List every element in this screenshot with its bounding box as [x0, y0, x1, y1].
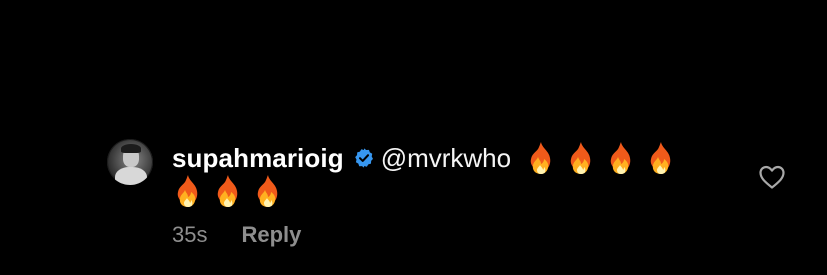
comment-text-line-2: [172, 174, 284, 210]
fire-emoji-icon: [177, 175, 198, 207]
comment-text-line-1: supahmarioig @mvrkwho: [172, 140, 677, 176]
fire-emoji-icon: [570, 142, 591, 174]
mention-link[interactable]: @mvrkwho: [381, 143, 511, 174]
reply-button[interactable]: Reply: [241, 222, 301, 248]
fire-emoji-icon: [610, 142, 631, 174]
fire-emoji-icon: [257, 175, 278, 207]
verified-badge-icon: [354, 148, 373, 168]
fire-emoji-icon: [650, 142, 671, 174]
timestamp: 35s: [172, 222, 208, 247]
fire-emoji-icon: [530, 142, 551, 174]
username[interactable]: supahmarioig: [172, 143, 344, 174]
avatar[interactable]: [107, 139, 153, 185]
comment-meta: 35s Reply: [172, 222, 301, 248]
comment-item: supahmarioig @mvrkwho 35s Reply: [0, 0, 827, 275]
fire-emoji-icon: [217, 175, 238, 207]
heart-outline-icon[interactable]: [758, 164, 786, 190]
